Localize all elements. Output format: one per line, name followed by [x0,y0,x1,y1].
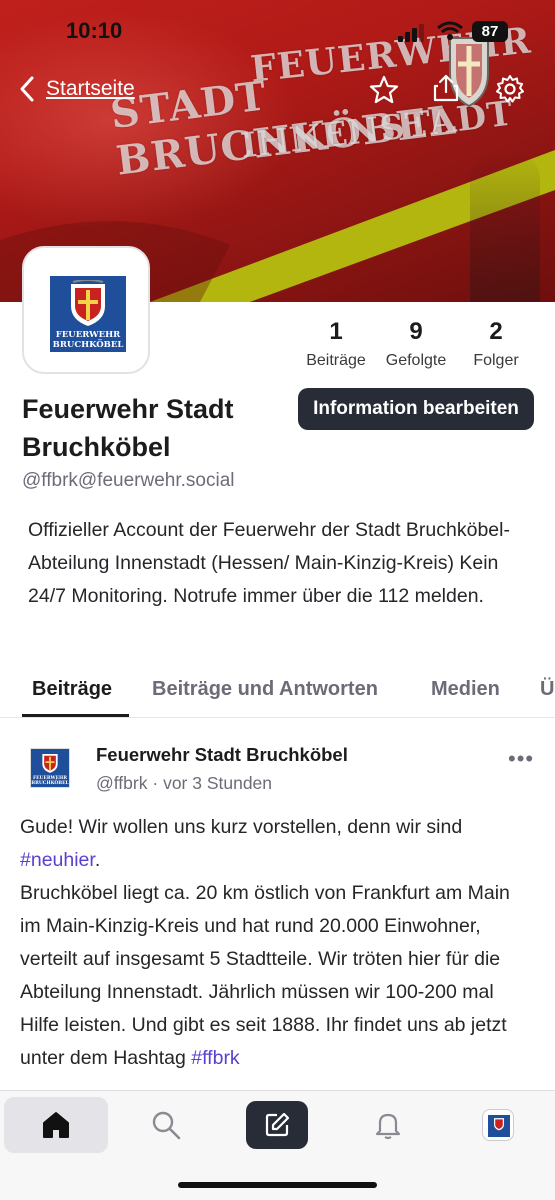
battery-indicator: 87 [472,21,508,42]
stat-followers-label: Folger [473,352,519,369]
avatar-logo: FEUERWEHR BRUCHKÖBEL [50,276,126,352]
back-label: Startseite [46,77,135,100]
edit-profile-button[interactable]: Information bearbeiten [298,388,534,430]
profile-name: Feuerwehr Stadt Bruchköbel [22,390,292,466]
share-icon[interactable] [430,72,462,104]
home-indicator [178,1182,377,1188]
banner-person [470,150,540,302]
stat-following-value: 9 [409,318,423,345]
bell-icon[interactable] [372,1109,404,1141]
stat-following[interactable]: 9 Gefolgte [376,318,456,370]
profile-handle: @ffbrk@feuerwehr.social [22,470,235,491]
post-text-2: . [94,849,101,871]
stat-posts[interactable]: 1 Beiträge [296,318,376,370]
wifi-icon [437,21,463,40]
post-more-button[interactable]: ••• [508,746,534,772]
avatar-text-line1: FEUERWEHR [55,330,121,340]
profile-name-line1: Feuerwehr Stadt [22,394,234,424]
post-author-handle[interactable]: @ffbrk [96,773,147,793]
tab-profile-avatar[interactable] [482,1109,514,1141]
cellular-signal-icon [398,24,424,42]
post-content: Gude! Wir wollen uns kurz vorstellen, de… [20,811,535,1075]
stat-followers-value: 2 [489,318,503,345]
gear-icon[interactable] [494,73,526,105]
status-time: 10:10 [66,18,123,43]
fire-department-shield-icon [71,280,105,326]
stat-posts-value: 1 [329,318,343,345]
post-meta: @ffbrk · vor 3 Stunden [96,773,272,794]
hashtag-link-neuhier[interactable]: #neuhier [20,849,95,871]
profile-stats: 1 Beiträge 9 Gefolgte 2 Folger [296,318,536,370]
post-timestamp[interactable]: vor 3 Stunden [163,773,272,793]
status-bar: 10:10 87 [0,0,555,62]
avatar-text-line2: BRUCHKÖBEL [52,340,124,350]
post-author-avatar[interactable]: FEUERWEHR BRUCHKÖBEL [30,748,70,788]
tab-more[interactable]: Ü [540,678,554,701]
stat-posts-label: Beiträge [306,352,366,369]
post-text-1: Gude! Wir wollen uns kurz vorstellen, de… [20,816,463,838]
stat-followers[interactable]: 2 Folger [456,318,536,370]
post-meta-separator: · [152,773,159,793]
fire-department-shield-icon [42,754,58,773]
profile-name-line2: Bruchköbel [22,432,171,462]
post-text-3: Bruchköbel liegt ca. 20 km östlich von F… [20,882,510,1069]
tab-home[interactable] [4,1097,108,1153]
profile-tabs: Beiträge Beiträge und Antworten Medien Ü [0,672,555,720]
profile-avatar-logo [488,1115,510,1137]
tab-posts-and-replies[interactable]: Beiträge und Antworten [152,678,378,701]
compose-icon [265,1112,290,1137]
post-author-name[interactable]: Feuerwehr Stadt Bruchköbel [96,744,348,766]
tab-media[interactable]: Medien [431,678,500,701]
chevron-left-icon [20,76,34,102]
profile-bio: Offizieller Account der Feuerwehr der St… [28,519,510,607]
tab-compose[interactable] [246,1101,308,1149]
star-icon[interactable] [368,74,400,106]
hashtag-link-ffbrk[interactable]: #ffbrk [191,1047,239,1069]
home-icon [43,1112,69,1138]
search-icon[interactable] [150,1109,182,1141]
tab-posts[interactable]: Beiträge [32,678,112,701]
stat-following-label: Gefolgte [385,352,447,369]
profile-avatar[interactable]: FEUERWEHR BRUCHKÖBEL [22,246,150,374]
post-avatar-text-line2: BRUCHKÖBEL [31,781,69,786]
tabs-divider [0,717,555,718]
fire-department-shield-icon [494,1118,504,1131]
back-button[interactable]: Startseite [16,74,135,104]
